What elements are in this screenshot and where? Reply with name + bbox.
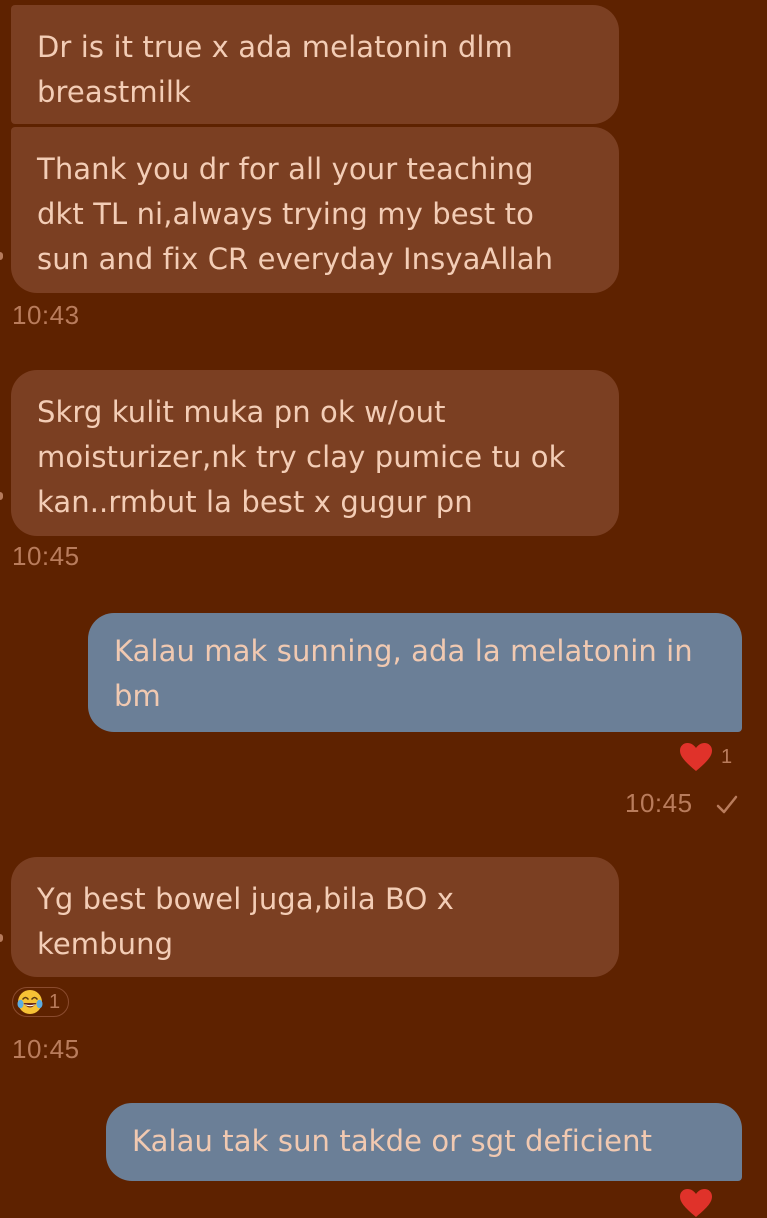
message-text: Kalau mak sunning, ada la melatonin in b… [114, 634, 693, 713]
edge-marker [0, 252, 3, 260]
message-bubble-received[interactable]: Yg best bowel juga,bila BO x kembung [11, 857, 619, 977]
message-timestamp: 10:45 [12, 1034, 80, 1064]
message-bubble-received[interactable]: Dr is it true x ada melatonin dlm breast… [11, 5, 619, 124]
message-bubble-received[interactable]: Skrg kulit muka pn ok w/out moisturizer,… [11, 370, 619, 536]
tears-of-joy-emoji-icon [17, 990, 43, 1014]
reaction[interactable]: 1 [679, 742, 732, 772]
message-text: Dr is it true x ada melatonin dlm breast… [37, 30, 513, 109]
message-text: Thank you dr for all your teaching dkt T… [37, 152, 554, 276]
edge-marker [0, 492, 3, 500]
message-text: Skrg kulit muka pn ok w/out moisturizer,… [37, 395, 566, 519]
message-bubble-received[interactable]: Thank you dr for all your teaching dkt T… [11, 127, 619, 293]
reaction[interactable]: 1 [12, 987, 70, 1017]
heart-icon [680, 743, 712, 771]
message-bubble-sent[interactable]: Kalau tak sun takde or sgt deficient [106, 1103, 742, 1181]
message-text: Kalau tak sun takde or sgt deficient [132, 1124, 653, 1158]
message-bubble-sent[interactable]: Kalau mak sunning, ada la melatonin in b… [88, 613, 742, 732]
message-timestamp: 10:45 [12, 541, 80, 571]
heart-icon [680, 1189, 712, 1217]
message-text: Yg best bowel juga,bila BO x kembung [37, 882, 455, 961]
reaction-count: 1 [49, 990, 61, 1013]
reaction-count: 1 [721, 745, 733, 768]
reaction[interactable] [679, 1188, 713, 1218]
message-timestamp: 10:45 [625, 788, 693, 818]
message-timestamp: 10:43 [12, 300, 80, 330]
edge-marker [0, 934, 3, 942]
check-icon [716, 795, 738, 814]
